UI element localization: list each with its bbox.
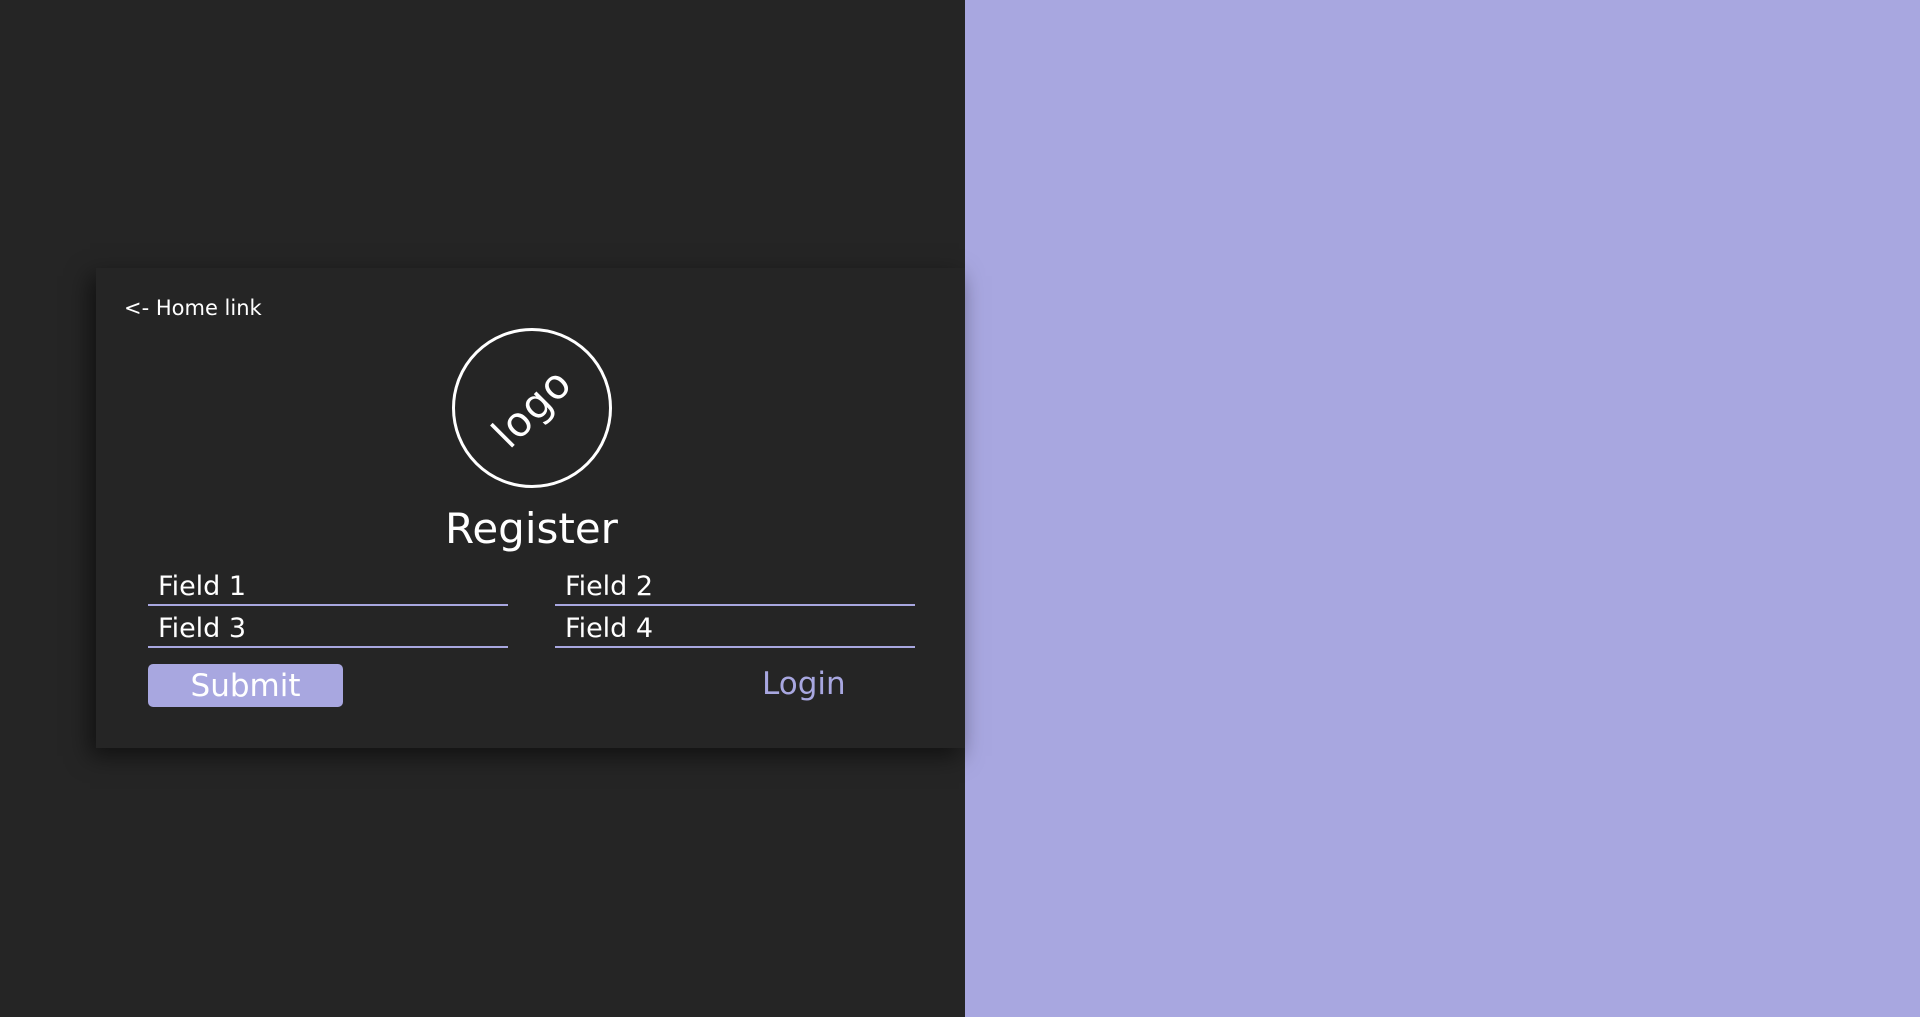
register-card: <- Home link logo Register Field 1 Field… [96,268,965,748]
field-4-input[interactable]: Field 4 [555,612,915,648]
submit-button[interactable]: Submit [148,664,343,707]
login-link[interactable]: Login [762,664,846,704]
field-1-input[interactable]: Field 1 [148,570,508,606]
accent-panel [965,0,1920,1017]
logo: logo [452,328,612,488]
field-3-input[interactable]: Field 3 [148,612,508,648]
home-link[interactable]: <- Home link [124,296,262,320]
page-title: Register [445,504,618,553]
field-2-input[interactable]: Field 2 [555,570,915,606]
logo-text: logo [482,358,582,458]
